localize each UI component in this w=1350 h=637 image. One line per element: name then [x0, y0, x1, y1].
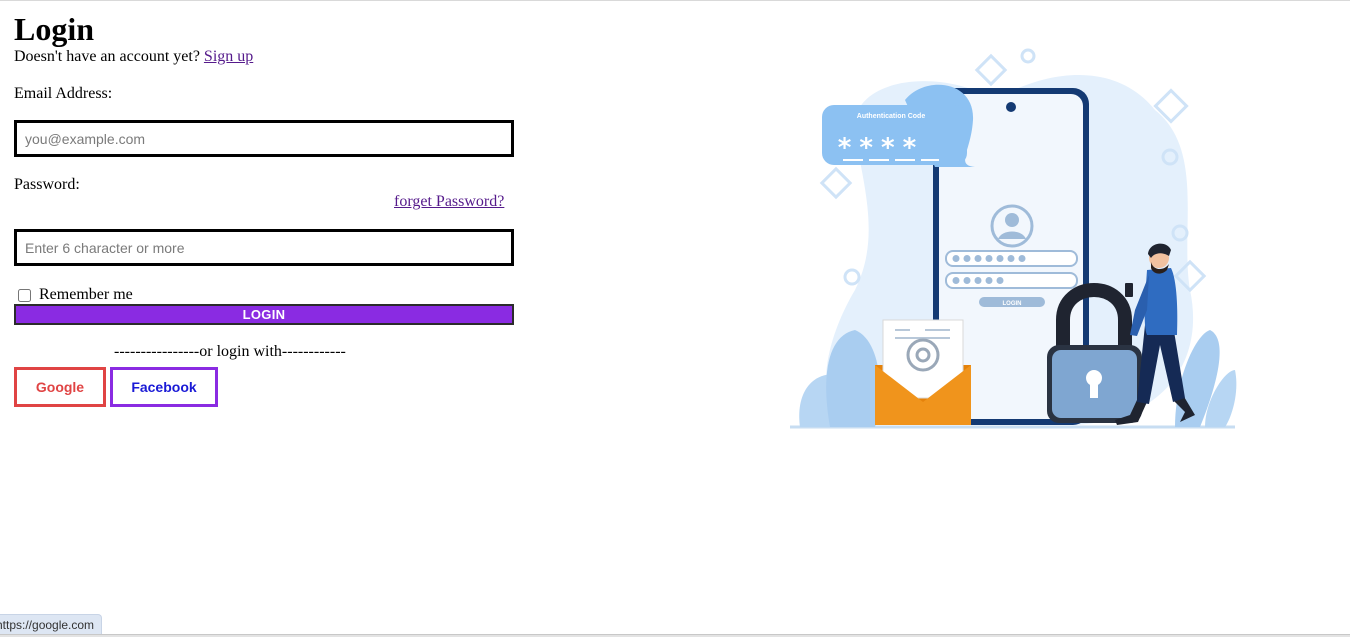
- signup-link[interactable]: Sign up: [204, 48, 253, 65]
- forget-password-link[interactable]: forget Password?: [394, 192, 504, 212]
- remember-me-label: Remember me: [39, 286, 133, 303]
- social-divider: ----------------or login with-----------…: [114, 343, 346, 360]
- email-label: Email Address:: [14, 85, 113, 102]
- envelope-at-icon: [875, 319, 971, 425]
- login-button[interactable]: LOGIN: [14, 304, 514, 325]
- login-illustration: LOGIN Authentication Code ****: [790, 48, 1237, 429]
- svg-text:Authentication Code: Authentication Code: [857, 113, 926, 120]
- page-title: Login: [14, 11, 95, 47]
- email-input[interactable]: [14, 120, 514, 157]
- svg-text:LOGIN: LOGIN: [1003, 301, 1022, 307]
- facebook-login-button[interactable]: Facebook: [110, 367, 218, 407]
- password-label: Password:: [14, 176, 80, 193]
- signup-prompt-line: Doesn't have an account yet? Sign up: [14, 47, 253, 67]
- password-input[interactable]: [14, 229, 514, 266]
- status-bar-url: https://google.com: [0, 614, 103, 636]
- signup-prompt-text: Doesn't have an account yet?: [14, 48, 200, 65]
- svg-text:****: ****: [838, 133, 924, 163]
- google-login-button[interactable]: Google: [14, 367, 106, 407]
- top-border: [0, 0, 1350, 3]
- remember-me-row[interactable]: Remember me: [14, 285, 133, 305]
- remember-me-checkbox[interactable]: [18, 288, 31, 302]
